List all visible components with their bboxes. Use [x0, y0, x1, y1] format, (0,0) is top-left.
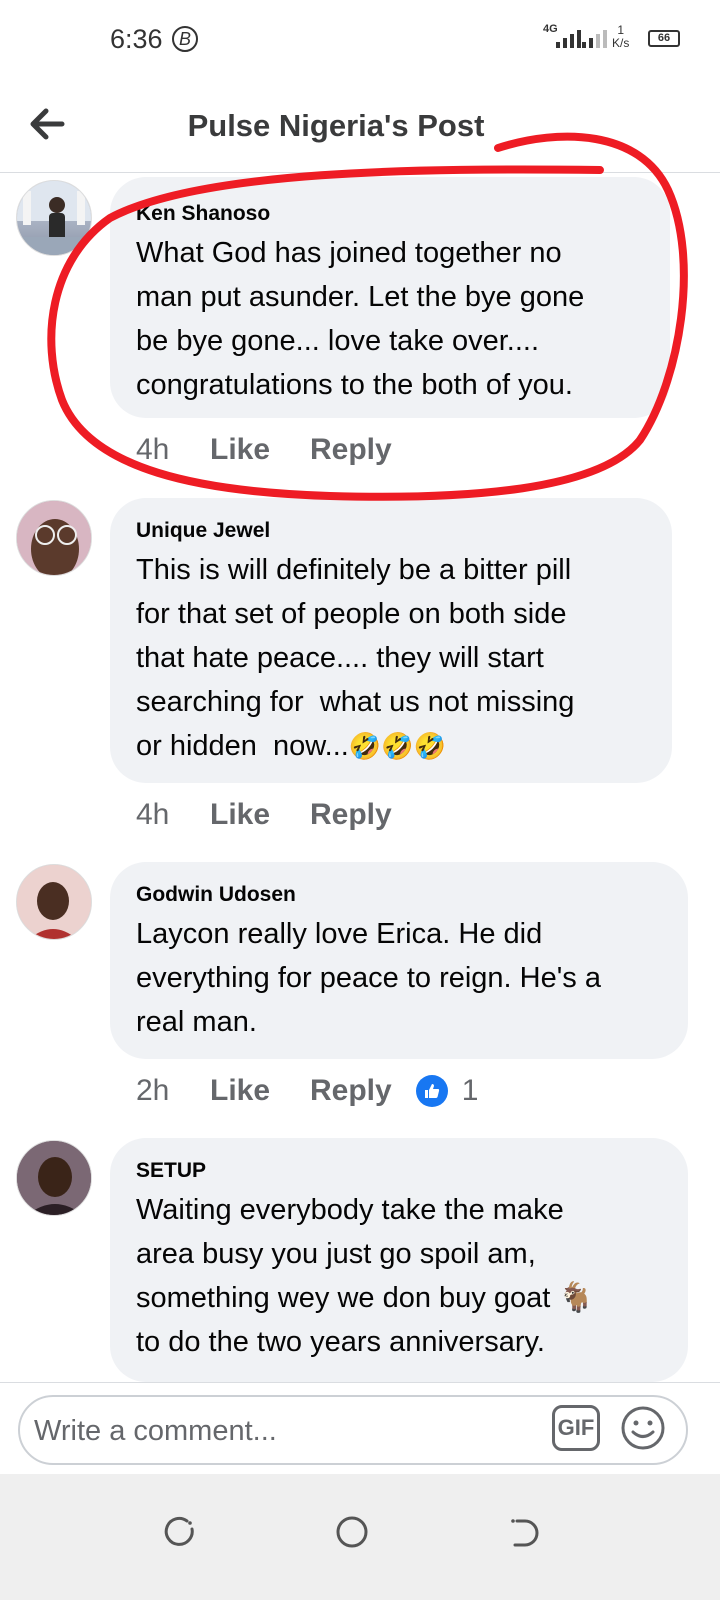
laughing-emoji-icon: 🤣🤣🤣: [348, 731, 446, 761]
status-time: 6:36: [110, 24, 163, 54]
signal-strength-icon: [556, 30, 581, 48]
reply-button[interactable]: Reply: [310, 1074, 392, 1108]
comment-author[interactable]: Godwin Udosen: [136, 882, 662, 908]
reply-button[interactable]: Reply: [310, 433, 392, 467]
like-button[interactable]: Like: [210, 798, 310, 832]
avatar[interactable]: [16, 500, 92, 576]
avatar-photo: [17, 1141, 91, 1215]
signal-strength-2-icon: [582, 30, 607, 48]
reply-button[interactable]: Reply: [310, 798, 392, 832]
thumbs-up-reaction-icon[interactable]: [415, 1075, 448, 1107]
avatar-photo: [17, 865, 91, 939]
comment-bubble[interactable]: Godwin Udosen Laycon really love Erica. …: [110, 862, 688, 1059]
home-glyph: [336, 1516, 368, 1548]
comment-actions: 4h Like Reply: [136, 433, 392, 467]
comment-author[interactable]: Unique Jewel: [136, 518, 646, 544]
comment-text-block: This is will definitely be a bitter pill…: [136, 548, 646, 768]
page-title: Pulse Nigeria's Post: [187, 108, 485, 143]
comment-bubble[interactable]: SETUP Waiting everybody take the make ar…: [110, 1138, 688, 1382]
comment-actions: 4h Like Reply: [136, 798, 392, 832]
recent-apps-glyph: [164, 1516, 194, 1546]
avatar[interactable]: [16, 180, 92, 256]
system-nav-bar: [0, 1474, 720, 1600]
comment-author[interactable]: SETUP: [136, 1158, 662, 1184]
battery-icon: 66: [648, 30, 680, 47]
comment-age: 4h: [136, 433, 170, 466]
home-icon[interactable]: [322, 1502, 382, 1562]
back-nav-glyph: [511, 1519, 539, 1547]
gif-icon[interactable]: GIF: [552, 1405, 600, 1451]
avatar-photo: [17, 181, 91, 255]
comment-input[interactable]: Write a comment... GIF: [18, 1395, 688, 1465]
b-icon: B: [172, 26, 198, 52]
comment-bubble[interactable]: Ken Shanoso What God has joined together…: [110, 177, 670, 418]
comment-input-placeholder: Write a comment...: [34, 1415, 277, 1447]
avatar[interactable]: [16, 1140, 92, 1216]
back-nav-icon[interactable]: [494, 1502, 554, 1562]
like-button[interactable]: Like: [210, 1074, 310, 1108]
status-bar: 6:36 B 4G 1 K/s 66: [0, 0, 720, 80]
comment-bubble[interactable]: Unique Jewel This is will definitely be …: [110, 498, 672, 783]
thumbs-up-icon: [424, 1084, 439, 1098]
comment-age: 2h: [136, 1074, 170, 1107]
avatar-photo: [17, 501, 91, 575]
like-button[interactable]: Like: [210, 433, 310, 467]
comment-actions: 2h Like Reply 1: [136, 1074, 478, 1108]
comment-composer: Write a comment... GIF: [0, 1382, 720, 1475]
comment-text: Laycon really love Erica. He did everyth…: [136, 918, 601, 1038]
recent-apps-icon[interactable]: [150, 1502, 210, 1562]
avatar[interactable]: [16, 864, 92, 940]
app-header: Pulse Nigeria's Post: [0, 80, 720, 173]
reaction-count[interactable]: 1: [462, 1074, 479, 1108]
emoji-smile-icon[interactable]: [620, 1405, 666, 1451]
network-speed: 1 K/s: [612, 24, 629, 50]
comment-text: Waiting everybody take the make area bus…: [136, 1194, 595, 1358]
comment-age: 4h: [136, 798, 170, 831]
comment-author[interactable]: Ken Shanoso: [136, 201, 644, 227]
comment-text: What God has joined together no man put …: [136, 237, 585, 401]
network-speed-unit: K/s: [612, 36, 630, 50]
